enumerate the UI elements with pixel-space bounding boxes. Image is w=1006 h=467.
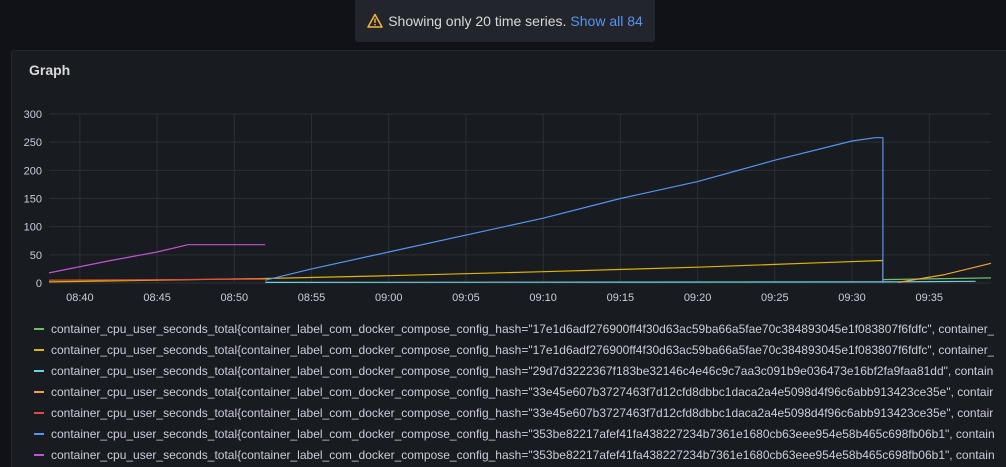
series-line xyxy=(265,137,884,283)
legend-item[interactable]: container_cpu_user_seconds_total{contain… xyxy=(34,360,1004,381)
warning-icon xyxy=(367,13,383,29)
legend-item[interactable]: container_cpu_user_seconds_total{contain… xyxy=(34,339,1004,360)
legend-item[interactable]: container_cpu_user_seconds_total{contain… xyxy=(34,381,1004,402)
legend-color-swatch xyxy=(34,390,44,393)
x-tick-label: 09:00 xyxy=(375,292,403,304)
legend-label: container_cpu_user_seconds_total{contain… xyxy=(51,405,994,420)
legend-label: container_cpu_user_seconds_total{contain… xyxy=(51,384,994,399)
legend-color-swatch xyxy=(34,369,44,372)
legend: container_cpu_user_seconds_total{contain… xyxy=(34,318,1004,465)
y-tick-label: 100 xyxy=(24,222,42,234)
legend-label: container_cpu_user_seconds_total{contain… xyxy=(51,447,995,462)
y-tick-label: 150 xyxy=(24,194,42,206)
x-tick-label: 09:30 xyxy=(838,292,866,304)
legend-label: container_cpu_user_seconds_total{contain… xyxy=(51,363,994,378)
series-limit-notice: Showing only 20 time series. Show all 84 xyxy=(355,0,655,42)
series-line xyxy=(48,278,266,281)
legend-color-swatch xyxy=(34,348,44,351)
series-line xyxy=(898,262,992,283)
y-tick-label: 250 xyxy=(24,137,42,149)
x-tick-label: 08:45 xyxy=(143,292,171,304)
legend-color-swatch xyxy=(34,432,44,435)
legend-item[interactable]: container_cpu_user_seconds_total{contain… xyxy=(34,423,1004,444)
series-line xyxy=(882,277,992,281)
x-tick-label: 09:35 xyxy=(915,292,943,304)
legend-color-swatch xyxy=(34,453,44,456)
x-tick-label: 08:50 xyxy=(221,292,249,304)
legend-label: container_cpu_user_seconds_total{contain… xyxy=(51,321,995,336)
notice-text: Showing only 20 time series. xyxy=(388,13,567,29)
legend-label: container_cpu_user_seconds_total{contain… xyxy=(51,426,995,441)
legend-color-swatch xyxy=(34,411,44,414)
legend-item[interactable]: container_cpu_user_seconds_total{contain… xyxy=(34,318,1004,339)
show-all-link[interactable]: Show all 84 xyxy=(570,13,642,29)
graph-panel: Graph 0 50 100 150 200 250 300 08:40 08:45 08:50 0… xyxy=(11,50,1006,467)
legend-label: container_cpu_user_seconds_total{contain… xyxy=(51,342,995,357)
time-series-chart[interactable]: 0 50 100 150 200 250 300 08:40 08:45 08:50 08:55 09… xyxy=(12,51,1006,311)
legend-item[interactable]: container_cpu_user_seconds_total{contain… xyxy=(34,402,1004,423)
x-tick-label: 09:10 xyxy=(529,292,557,304)
x-tick-label: 08:55 xyxy=(298,292,326,304)
x-tick-label: 09:15 xyxy=(607,292,635,304)
y-tick-label: 300 xyxy=(24,109,42,121)
x-tick-label: 09:05 xyxy=(452,292,480,304)
y-tick-label: 0 xyxy=(36,278,42,290)
x-tick-label: 08:40 xyxy=(66,292,94,304)
y-tick-label: 200 xyxy=(24,165,42,177)
x-tick-label: 09:20 xyxy=(684,292,712,304)
legend-color-swatch xyxy=(34,327,44,330)
legend-item[interactable]: container_cpu_user_seconds_total{contain… xyxy=(34,444,1004,465)
x-tick-label: 09:25 xyxy=(761,292,789,304)
y-tick-label: 50 xyxy=(30,250,42,262)
